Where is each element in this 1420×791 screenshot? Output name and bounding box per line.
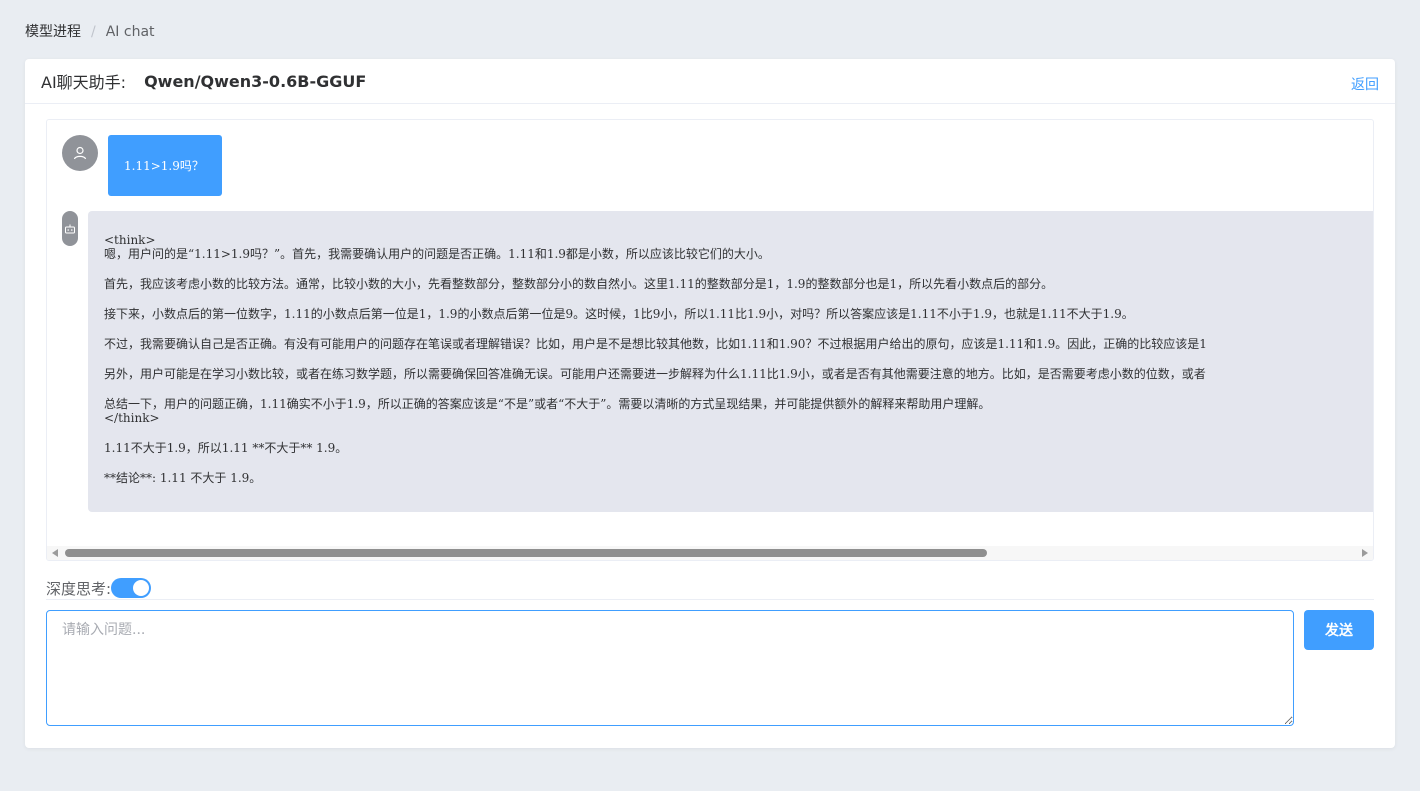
back-link[interactable]: 返回 <box>1351 74 1379 94</box>
think-close-tag: </think> <box>104 411 160 425</box>
assistant-text-line: 不过，我需要确认自己是否正确。有没有可能用户的问题存在笔误或者理解错误？比如，用… <box>104 337 1207 351</box>
model-name: Qwen/Qwen3-0.6B-GGUF <box>144 71 367 91</box>
scrollbar-thumb[interactable] <box>65 549 987 557</box>
assistant-message-bubble: <think> 嗯，用户问的是“1.11>1.9吗？”。首先，我需要确认用户的问… <box>88 211 1373 512</box>
chat-message-area[interactable]: 1.11>1.9吗？ <think> 嗯，用户问的是“1.11>1.9吗？”。首… <box>46 119 1374 561</box>
deep-think-toggle[interactable] <box>111 578 152 598</box>
deep-think-row: 深度思考: <box>46 576 152 600</box>
robot-icon <box>65 224 75 233</box>
assistant-text-line: 嗯，用户问的是“1.11>1.9吗？”。首先，我需要确认用户的问题是否正确。1.… <box>104 247 770 261</box>
assistant-text-line: 接下来，小数点后的第一位数字，1.11的小数点后第一位是1，1.9的小数点后第一… <box>104 307 1134 321</box>
page-title: AI聊天助手: <box>41 73 127 92</box>
assistant-answer-line: 1.11不大于1.9，所以1.11 **不大于** 1.9。 <box>104 441 348 455</box>
scroll-right-icon[interactable] <box>1362 549 1368 557</box>
user-message-bubble: 1.11>1.9吗？ <box>108 135 222 196</box>
user-icon <box>73 146 87 160</box>
toggle-knob <box>133 580 150 596</box>
user-message-text: 1.11>1.9吗？ <box>124 159 204 173</box>
question-input[interactable] <box>46 610 1294 726</box>
breadcrumb-separator: / <box>91 24 96 40</box>
send-button[interactable]: 发送 <box>1304 610 1374 650</box>
assistant-conclusion-line: **结论**: 1.11 不大于 1.9。 <box>104 471 262 485</box>
chat-card: AI聊天助手: Qwen/Qwen3-0.6B-GGUF 返回 1.11>1.9… <box>25 59 1395 748</box>
deep-think-label: 深度思考: <box>46 579 112 598</box>
divider <box>46 599 1374 600</box>
horizontal-scrollbar[interactable] <box>47 546 1373 560</box>
assistant-avatar <box>62 211 78 246</box>
assistant-text-line: 总结一下，用户的问题正确，1.11确实不小于1.9，所以正确的答案应该是“不是”… <box>104 397 991 411</box>
assistant-text-line: 另外，用户可能是在学习小数比较，或者在练习数学题，所以需要确保回答准确无误。可能… <box>104 367 1206 381</box>
scroll-left-icon[interactable] <box>52 549 58 557</box>
breadcrumb: 模型进程 / AI chat <box>25 22 155 42</box>
breadcrumb-item-model-process[interactable]: 模型进程 <box>25 22 81 42</box>
user-avatar <box>62 135 98 171</box>
breadcrumb-item-ai-chat: AI chat <box>105 24 155 40</box>
think-open-tag: <think> <box>104 233 156 247</box>
assistant-text-line: 首先，我应该考虑小数的比较方法。通常，比较小数的大小，先看整数部分，整数部分小的… <box>104 277 1054 291</box>
card-header: AI聊天助手: Qwen/Qwen3-0.6B-GGUF 返回 <box>25 59 1395 104</box>
